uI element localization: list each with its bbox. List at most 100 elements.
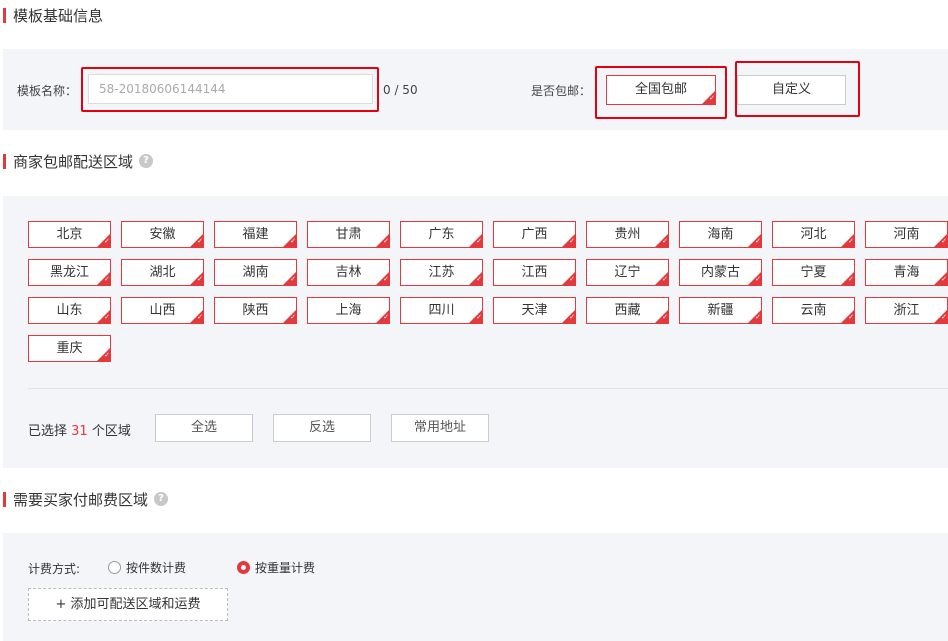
add-region-fee-button[interactable]: + 添加可配送区域和运费 bbox=[28, 588, 228, 621]
region-item[interactable]: 内蒙古 bbox=[679, 259, 762, 286]
selected-prefix: 已选择 bbox=[28, 424, 72, 439]
billing-method-label: 计费方式: bbox=[28, 562, 81, 576]
checkmark-corner-icon bbox=[841, 272, 854, 285]
highlight-box-free-all bbox=[595, 66, 727, 119]
divider bbox=[28, 388, 948, 389]
region-label: 湖北 bbox=[149, 265, 176, 280]
region-item[interactable]: 福建 bbox=[214, 221, 297, 248]
selected-count: 31 bbox=[71, 424, 88, 439]
common-address-button[interactable]: 常用地址 bbox=[391, 414, 489, 442]
region-item[interactable]: 山西 bbox=[121, 297, 204, 324]
section-title-free-area: 商家包邮配送区域 ? bbox=[0, 151, 154, 171]
region-label: 辽宁 bbox=[614, 265, 641, 280]
region-label: 山西 bbox=[149, 303, 176, 318]
region-item[interactable]: 海南 bbox=[679, 221, 762, 248]
checkmark-corner-icon bbox=[97, 272, 110, 285]
region-label: 新疆 bbox=[707, 303, 734, 318]
checkmark-corner-icon bbox=[934, 234, 947, 247]
checkmark-corner-icon bbox=[97, 234, 110, 247]
checkmark-corner-icon bbox=[376, 272, 389, 285]
region-label: 上海 bbox=[335, 303, 362, 318]
checkmark-corner-icon bbox=[376, 310, 389, 323]
region-item[interactable]: 湖北 bbox=[121, 259, 204, 286]
highlight-box-name bbox=[81, 67, 379, 112]
checkmark-corner-icon bbox=[748, 234, 761, 247]
radio-by-weight[interactable]: 按重量计费 bbox=[237, 559, 315, 576]
region-item[interactable]: 广东 bbox=[400, 221, 483, 248]
region-label: 湖南 bbox=[242, 265, 269, 280]
checkmark-corner-icon bbox=[190, 272, 203, 285]
help-icon[interactable]: ? bbox=[139, 154, 154, 168]
region-item[interactable]: 天津 bbox=[493, 297, 576, 324]
help-icon[interactable]: ? bbox=[154, 492, 169, 506]
region-item[interactable]: 上海 bbox=[307, 297, 390, 324]
template-name-counter: 0 / 50 bbox=[383, 83, 418, 97]
region-label: 重庆 bbox=[56, 341, 83, 356]
region-label: 山东 bbox=[56, 303, 83, 318]
region-item[interactable]: 辽宁 bbox=[586, 259, 669, 286]
region-item[interactable]: 西藏 bbox=[586, 297, 669, 324]
title-accent-bar bbox=[3, 491, 6, 507]
region-item[interactable]: 重庆 bbox=[28, 335, 111, 362]
region-item[interactable]: 河南 bbox=[865, 221, 948, 248]
region-item[interactable]: 山东 bbox=[28, 297, 111, 324]
region-label: 江苏 bbox=[428, 265, 455, 280]
region-label: 广东 bbox=[428, 227, 455, 242]
checkmark-corner-icon bbox=[748, 310, 761, 323]
invert-selection-button[interactable]: 反选 bbox=[273, 414, 371, 442]
region-item[interactable]: 浙江 bbox=[865, 297, 948, 324]
region-label: 四川 bbox=[428, 303, 455, 318]
region-item[interactable]: 江苏 bbox=[400, 259, 483, 286]
checkmark-corner-icon bbox=[655, 272, 668, 285]
radio-checked-icon[interactable] bbox=[237, 561, 250, 574]
region-item[interactable]: 北京 bbox=[28, 221, 111, 248]
selected-count-text: 已选择 31 个区域 bbox=[28, 420, 131, 439]
region-item[interactable]: 河北 bbox=[772, 221, 855, 248]
section-title-paid-area: 需要买家付邮费区域 ? bbox=[0, 489, 169, 509]
region-label: 江西 bbox=[521, 265, 548, 280]
region-item[interactable]: 吉林 bbox=[307, 259, 390, 286]
region-label: 西藏 bbox=[614, 303, 641, 318]
checkmark-corner-icon bbox=[655, 310, 668, 323]
checkmark-corner-icon bbox=[469, 234, 482, 247]
region-item[interactable]: 广西 bbox=[493, 221, 576, 248]
region-item[interactable]: 贵州 bbox=[586, 221, 669, 248]
select-all-button[interactable]: 全选 bbox=[155, 414, 253, 442]
region-label: 天津 bbox=[521, 303, 548, 318]
region-item[interactable]: 四川 bbox=[400, 297, 483, 324]
region-label: 陕西 bbox=[242, 303, 269, 318]
region-label: 海南 bbox=[707, 227, 734, 242]
checkmark-corner-icon bbox=[283, 310, 296, 323]
template-name-label: 模板名称： bbox=[17, 84, 78, 98]
section-title-text: 需要买家付邮费区域 bbox=[13, 490, 149, 509]
checkmark-corner-icon bbox=[934, 272, 947, 285]
title-accent-bar bbox=[3, 153, 6, 169]
checkmark-corner-icon bbox=[469, 310, 482, 323]
region-item[interactable]: 安徽 bbox=[121, 221, 204, 248]
checkmark-corner-icon bbox=[748, 272, 761, 285]
radio-by-weight-label: 按重量计费 bbox=[255, 561, 316, 575]
region-item[interactable]: 湖南 bbox=[214, 259, 297, 286]
checkmark-corner-icon bbox=[469, 272, 482, 285]
radio-circle-icon[interactable] bbox=[108, 561, 121, 574]
region-label: 吉林 bbox=[335, 265, 362, 280]
region-label: 安徽 bbox=[149, 227, 176, 242]
region-item[interactable]: 江西 bbox=[493, 259, 576, 286]
checkmark-corner-icon bbox=[841, 234, 854, 247]
checkmark-corner-icon bbox=[97, 348, 110, 361]
checkmark-corner-icon bbox=[934, 310, 947, 323]
paid-area-panel bbox=[3, 533, 948, 641]
region-item[interactable]: 宁夏 bbox=[772, 259, 855, 286]
radio-by-piece-label: 按件数计费 bbox=[126, 561, 187, 575]
checkmark-corner-icon bbox=[283, 272, 296, 285]
region-item[interactable]: 云南 bbox=[772, 297, 855, 324]
checkmark-corner-icon bbox=[190, 310, 203, 323]
region-item[interactable]: 黑龙江 bbox=[28, 259, 111, 286]
region-item[interactable]: 甘肃 bbox=[307, 221, 390, 248]
radio-by-piece[interactable]: 按件数计费 bbox=[108, 559, 186, 576]
region-label: 甘肃 bbox=[335, 227, 362, 242]
region-item[interactable]: 青海 bbox=[865, 259, 948, 286]
region-item[interactable]: 陕西 bbox=[214, 297, 297, 324]
checkmark-corner-icon bbox=[376, 234, 389, 247]
region-item[interactable]: 新疆 bbox=[679, 297, 762, 324]
